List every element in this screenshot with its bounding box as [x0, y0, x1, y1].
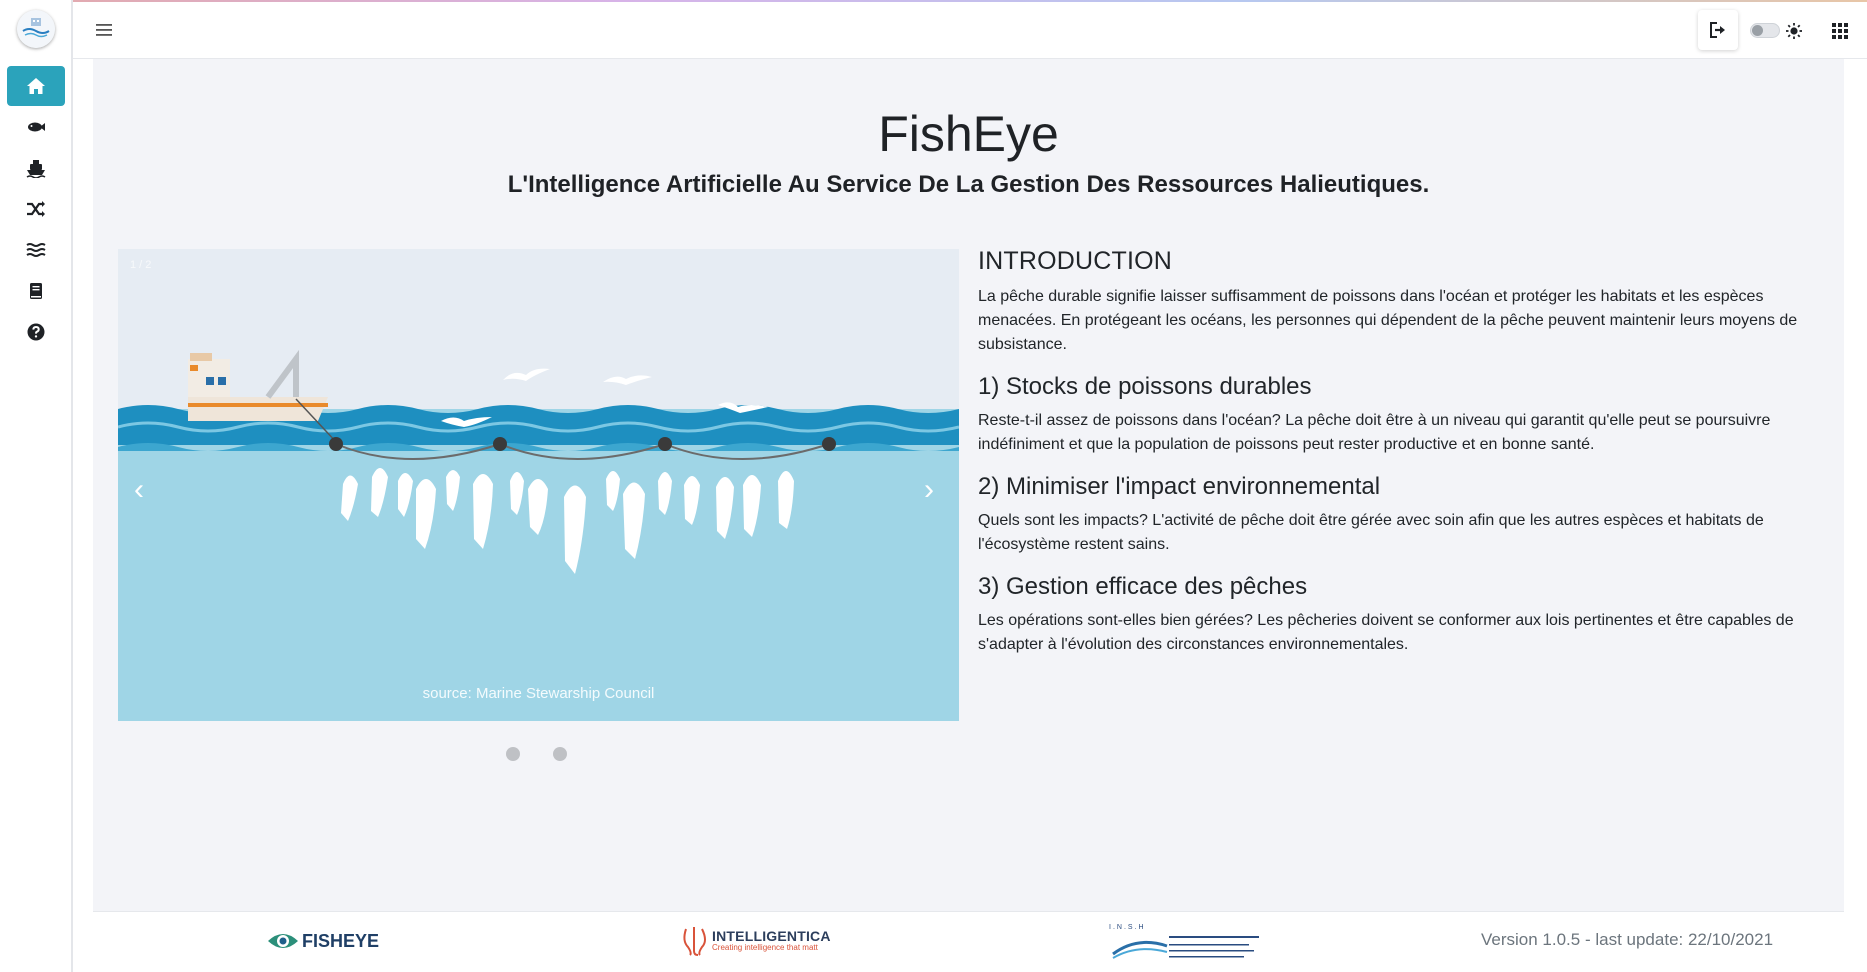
fishing-illustration: [118, 249, 959, 721]
carousel-dot-1[interactable]: [506, 747, 520, 761]
carousel-dot-2[interactable]: [553, 747, 567, 761]
sidebar-item-ship[interactable]: [7, 148, 65, 188]
carousel-next-button[interactable]: ›: [924, 475, 934, 505]
page-title: FishEye: [878, 106, 1059, 162]
section-title: 3) Gestion efficace des pêches: [978, 573, 1308, 600]
question-circle-icon: [27, 323, 45, 341]
intelligentica-emblem-icon: [683, 927, 706, 956]
topbar: [73, 2, 1867, 59]
sidebar-item-water[interactable]: [7, 230, 65, 270]
introduction-text: La pêche durable signifie laisser suffis…: [978, 288, 1798, 353]
ship-icon: [26, 160, 46, 178]
book-icon: [30, 283, 42, 299]
menu-icon[interactable]: [95, 21, 113, 39]
page-subtitle: L'Intelligence Artificielle Au Service D…: [507, 171, 1430, 198]
version-info: Version 1.0.5 - last update: 22/10/2021: [1481, 930, 1774, 949]
section-text: Reste-t-il assez de poissons dans l'océa…: [978, 412, 1771, 453]
carousel-prev-button[interactable]: ‹: [134, 475, 144, 505]
theme-toggle[interactable]: [1750, 23, 1780, 38]
insh-logo: I.N.S.H: [1107, 924, 1267, 960]
section-title: 2) Minimiser l'impact environnemental: [978, 473, 1381, 500]
fish-icon: [28, 122, 45, 132]
water-icon: [26, 243, 46, 257]
fisheye-logo: FISHEYE: [266, 929, 379, 953]
carousel-caption: source: Marine Stewarship Council: [422, 685, 655, 702]
sun-icon: [1786, 23, 1802, 39]
intelligentica-logo: INTELLIGENTICA Creating intelligence tha…: [680, 925, 831, 957]
slide-counter: 1 / 2: [130, 259, 152, 271]
home-icon: [27, 78, 45, 94]
sidebar-item-shuffle[interactable]: [7, 189, 65, 229]
shuffle-icon: [27, 201, 45, 217]
sidebar: [0, 0, 73, 972]
introduction-heading: INTRODUCTION: [978, 247, 1173, 275]
main-content: FishEye L'Intelligence Artificielle Au S…: [93, 59, 1844, 911]
sidebar-item-fish[interactable]: [7, 107, 65, 147]
footer: FISHEYE INTELLIGENTICA Creating intellig…: [93, 911, 1844, 972]
logout-button[interactable]: [1698, 10, 1738, 50]
introduction-section: INTRODUCTION La pêche durable signifie l…: [978, 247, 1808, 673]
sidebar-item-help[interactable]: [7, 312, 65, 352]
section-title: 1) Stocks de poissons durables: [978, 373, 1312, 400]
sidebar-item-book[interactable]: [7, 271, 65, 311]
logout-icon: [1710, 22, 1725, 38]
app-logo[interactable]: [17, 10, 55, 48]
sidebar-item-home[interactable]: [7, 66, 65, 106]
insh-emblem: [1112, 936, 1259, 959]
section-text: Quels sont les impacts? L'activité de pê…: [978, 512, 1764, 553]
eye-icon: [268, 934, 298, 948]
apps-grid-icon[interactable]: [1831, 22, 1849, 40]
section-text: Les opérations sont-elles bien gérées? L…: [978, 612, 1794, 653]
image-carousel[interactable]: 1 / 2 ‹ › source: Marine Stewarship Coun…: [118, 249, 959, 721]
